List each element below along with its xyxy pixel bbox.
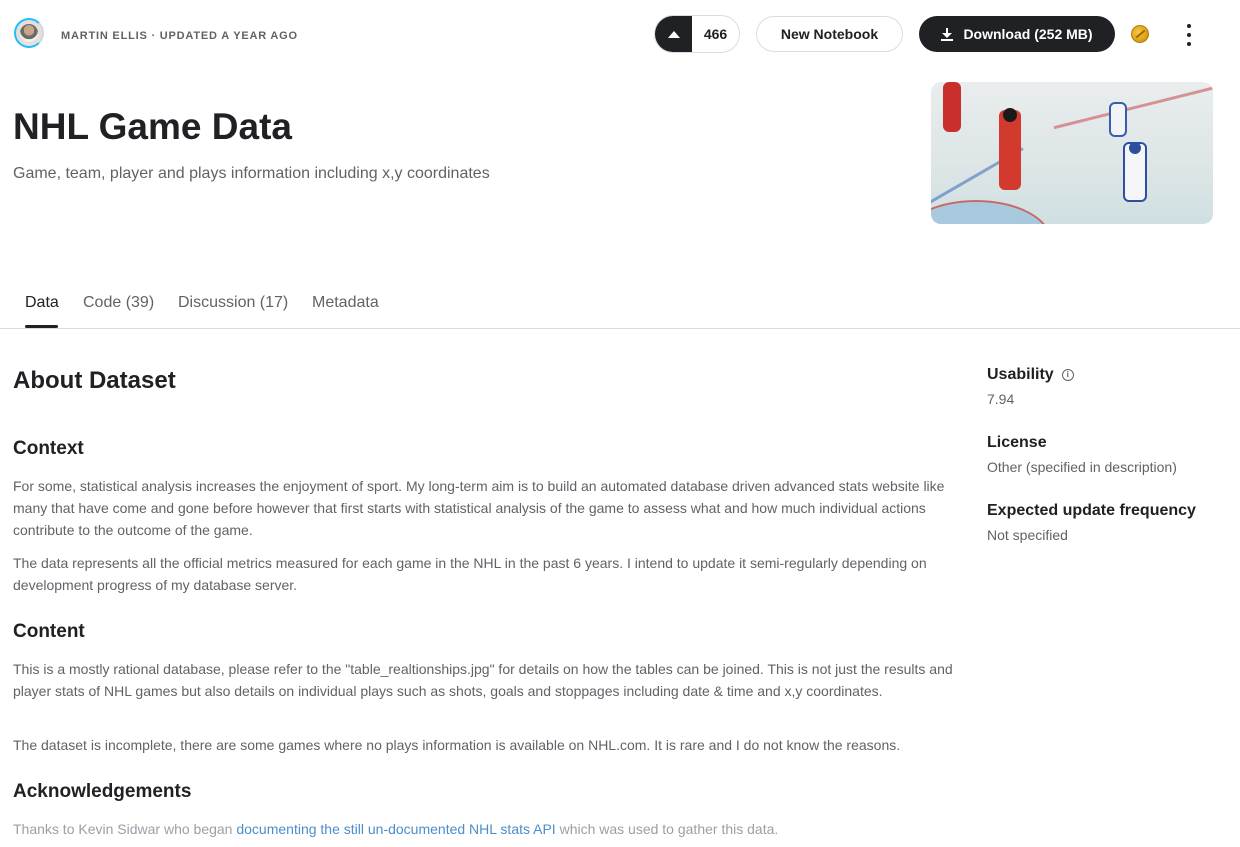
download-label: Download (252 MB) (963, 26, 1093, 42)
updated-text: UPDATED A YEAR AGO (159, 30, 298, 42)
content-paragraph-1: This is a mostly rational database, plea… (13, 661, 953, 699)
vote-widget: 466 (654, 15, 740, 53)
about-heading: About Dataset (13, 367, 176, 394)
tab-bar: Data Code (39) Discussion (17) Metadata (0, 286, 1240, 329)
license-label: License (987, 434, 1047, 451)
active-tab-indicator (25, 325, 58, 328)
tab-metadata[interactable]: Metadata (312, 294, 379, 312)
context-paragraph-1: For some, statistical analysis increases… (13, 478, 945, 538)
info-icon[interactable]: i (1061, 369, 1074, 381)
acknowledgements-paragraph: Thanks to Kevin Sidwar who began documen… (13, 821, 779, 837)
usability-label: Usability i (987, 366, 1074, 384)
tab-data[interactable]: Data (25, 294, 59, 312)
content-paragraph-2: The dataset is incomplete, there are som… (13, 737, 901, 753)
page-title: NHL Game Data (13, 106, 292, 147)
new-notebook-button[interactable]: New Notebook (756, 16, 903, 52)
upvote-button[interactable] (655, 16, 692, 52)
api-docs-link[interactable]: documenting the still un-documented NHL … (236, 821, 555, 837)
license-value: Other (specified in description) (987, 459, 1177, 475)
byline: MARTIN ELLIS · UPDATED A YEAR AGO (61, 30, 298, 42)
update-frequency-value: Not specified (987, 527, 1068, 543)
vote-count: 466 (703, 26, 728, 42)
update-frequency-label: Expected update frequency (987, 502, 1196, 519)
top-bar: MARTIN ELLIS · UPDATED A YEAR AGO 466 Ne… (0, 0, 1240, 70)
tab-code[interactable]: Code (39) (83, 294, 154, 312)
tab-discussion[interactable]: Discussion (17) (178, 294, 288, 312)
usability-value: 7.94 (987, 391, 1015, 407)
content-heading: Content (13, 621, 85, 642)
dataset-cover-image (931, 82, 1213, 224)
context-heading: Context (13, 438, 84, 459)
medal-icon (1131, 25, 1149, 43)
page-subtitle: Game, team, player and plays information… (13, 165, 490, 182)
download-icon (941, 27, 954, 41)
more-vert-icon[interactable] (1180, 24, 1198, 46)
author-name[interactable]: MARTIN ELLIS (61, 30, 148, 42)
acknowledgements-heading: Acknowledgements (13, 781, 192, 802)
avatar[interactable] (14, 18, 44, 48)
upvote-icon (667, 30, 680, 38)
download-button[interactable]: Download (252 MB) (919, 16, 1115, 52)
context-paragraph-2: The data represents all the official met… (13, 555, 927, 593)
